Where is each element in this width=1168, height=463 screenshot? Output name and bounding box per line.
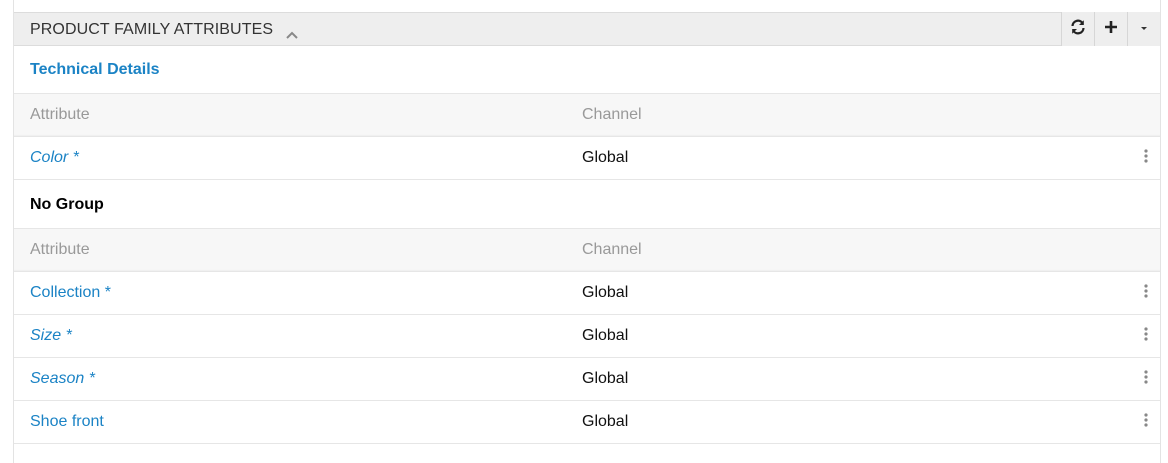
channel-value: Global	[582, 327, 629, 344]
channel-value: Global	[582, 284, 629, 301]
table-row: Size * Global	[14, 315, 1160, 358]
column-header-channel: Channel	[582, 241, 642, 258]
attribute-link[interactable]: Collection *	[30, 272, 111, 314]
table-row: Season * Global	[14, 358, 1160, 401]
table-row: Color * Global	[14, 137, 1160, 180]
row-actions-button[interactable]	[1138, 283, 1154, 303]
column-header-attribute: Attribute	[30, 241, 90, 258]
column-header-attribute: Attribute	[30, 106, 90, 123]
chevron-up-icon[interactable]	[284, 22, 300, 39]
table-header: Attribute Channel	[14, 93, 1160, 137]
vertical-dots-icon	[1144, 326, 1148, 346]
vertical-dots-icon	[1144, 283, 1148, 303]
refresh-button[interactable]	[1061, 12, 1094, 46]
add-button[interactable]	[1094, 12, 1127, 46]
refresh-icon	[1069, 18, 1087, 41]
vertical-dots-icon	[1144, 148, 1148, 168]
panel-toolbar	[1061, 12, 1160, 46]
channel-value: Global	[582, 149, 629, 166]
attribute-link[interactable]: Size *	[30, 315, 72, 357]
table-row: Shoe front Global	[14, 401, 1160, 444]
plus-icon	[1103, 19, 1119, 40]
attribute-link[interactable]: Color *	[30, 137, 79, 179]
attribute-link[interactable]: Season *	[30, 358, 95, 400]
column-header-channel: Channel	[582, 106, 642, 123]
panel-title-text: PRODUCT FAMILY ATTRIBUTES	[30, 21, 274, 38]
vertical-dots-icon	[1144, 412, 1148, 432]
channel-value: Global	[582, 370, 629, 387]
more-dropdown-button[interactable]	[1127, 12, 1160, 46]
panel-title[interactable]: PRODUCT FAMILY ATTRIBUTES	[30, 13, 300, 46]
table-header: Attribute Channel	[14, 228, 1160, 272]
row-actions-button[interactable]	[1138, 326, 1154, 346]
row-actions-button[interactable]	[1138, 148, 1154, 168]
channel-value: Global	[582, 413, 629, 430]
vertical-dots-icon	[1144, 369, 1148, 389]
group-title-technical-details[interactable]: Technical Details	[30, 48, 160, 92]
attribute-link[interactable]: Shoe front	[30, 401, 104, 443]
caret-down-icon	[1139, 20, 1149, 38]
panel-header: PRODUCT FAMILY ATTRIBUTES	[14, 12, 1160, 46]
row-actions-button[interactable]	[1138, 369, 1154, 389]
table-row: Collection * Global	[14, 272, 1160, 315]
product-family-attributes-panel: PRODUCT FAMILY ATTRIBUTES Technical Deta…	[13, 0, 1161, 463]
group-title-no-group: No Group	[30, 196, 104, 213]
row-actions-button[interactable]	[1138, 412, 1154, 432]
